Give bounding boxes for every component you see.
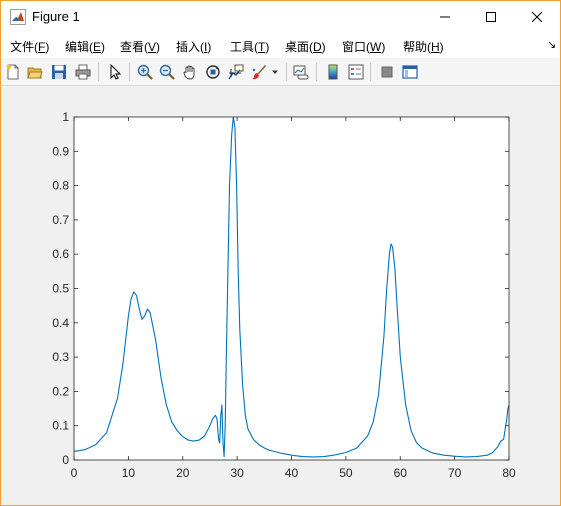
y-tick-label: 0.4	[52, 316, 69, 330]
x-tick-label: 50	[339, 466, 353, 480]
y-tick-label: 0.1	[52, 419, 69, 433]
menu-help[interactable]: 帮助(H)	[403, 38, 444, 55]
figure-canvas[interactable]: 0 10 20 30 40 50 60 70 80 0 0.1 0.2 0.3 0.4 0.5 0.6 0.7 0…	[1, 87, 560, 505]
open-file-button[interactable]	[25, 62, 45, 82]
brush-dropdown-icon	[272, 70, 278, 74]
menu-desktop[interactable]: 桌面(D)	[285, 38, 326, 55]
y-tick-label: 0.5	[52, 282, 69, 296]
new-figure-button[interactable]	[3, 62, 23, 82]
menu-tools[interactable]: 工具(T)	[230, 38, 269, 55]
maximize-button[interactable]	[468, 1, 514, 32]
maximize-icon	[486, 11, 496, 22]
menu-bar: 文件(F) 编辑(E) 查看(V) 插入(I) 工具(T) 桌面(D) 窗口(W…	[1, 32, 560, 58]
x-tick-label: 10	[122, 466, 136, 480]
x-tick-label: 70	[448, 466, 462, 480]
menu-view[interactable]: 查看(V)	[120, 38, 160, 55]
x-tick-label: 40	[285, 466, 299, 480]
rotate-3d-button[interactable]	[203, 62, 223, 82]
x-tick-label: 20	[176, 466, 190, 480]
y-tick-label: 0.3	[52, 350, 69, 364]
close-button[interactable]	[514, 1, 560, 32]
zoom-out-icon	[159, 64, 175, 80]
figure-toolbar	[1, 58, 560, 86]
y-tick-label: 0.6	[52, 247, 69, 261]
figure-window: Figure 1 文件(F) 编辑(E) 查看(V) 插入(I) 工具(T) 桌…	[0, 0, 561, 506]
zoom-out-button[interactable]	[157, 62, 177, 82]
y-tick-label: 0.7	[52, 213, 69, 227]
x-tick-label: 30	[230, 466, 244, 480]
line-plot[interactable]: 0 10 20 30 40 50 60 70 80 0 0.1 0.2 0.3 0.4 0.5 0.6 0.7 0…	[1, 87, 560, 505]
pan-hand-icon	[183, 65, 195, 80]
pan-button[interactable]	[180, 62, 200, 82]
zoom-in-button[interactable]	[135, 62, 155, 82]
save-button[interactable]	[49, 62, 69, 82]
link-plot-icon	[293, 65, 309, 80]
y-tick-label: 0.8	[52, 179, 69, 193]
pointer-button[interactable]	[105, 62, 125, 82]
print-button[interactable]	[73, 62, 93, 82]
hide-plot-tools-icon	[381, 66, 393, 78]
zoom-in-icon	[137, 64, 153, 80]
window-title: Figure 1	[32, 9, 80, 24]
show-plot-tools-button[interactable]	[400, 62, 420, 82]
colorbar-icon	[328, 64, 338, 80]
colorbar-button[interactable]	[323, 62, 343, 82]
close-icon	[532, 11, 542, 22]
save-icon	[52, 65, 66, 79]
menu-insert[interactable]: 插入(I)	[176, 38, 211, 55]
toolbar-separator	[316, 63, 317, 81]
open-file-icon	[27, 67, 43, 79]
print-icon	[75, 64, 91, 80]
rotate-3d-icon	[206, 65, 220, 79]
hide-plot-tools-button[interactable]	[377, 62, 397, 82]
show-plot-tools-icon	[402, 65, 418, 79]
axes-background[interactable]	[74, 117, 509, 460]
data-cursor-icon	[228, 64, 244, 80]
legend-button[interactable]	[346, 62, 366, 82]
x-tick-label: 80	[502, 466, 516, 480]
new-figure-icon	[6, 64, 19, 80]
x-tick-label: 0	[71, 466, 78, 480]
toolbar-separator	[370, 63, 371, 81]
menu-overflow-icon[interactable]: ↘	[547, 38, 556, 51]
matlab-logo-icon	[10, 9, 26, 25]
pointer-icon	[110, 64, 122, 80]
y-tick-label: 1	[62, 110, 69, 124]
data-cursor-button[interactable]	[226, 62, 246, 82]
link-plot-button[interactable]	[291, 62, 311, 82]
y-tick-label: 0.2	[52, 384, 69, 398]
minimize-button[interactable]	[422, 1, 468, 32]
y-tick-label: 0.9	[52, 144, 69, 158]
toolbar-separator	[129, 63, 130, 81]
brush-dropdown-button[interactable]	[269, 62, 281, 82]
title-bar[interactable]: Figure 1	[1, 1, 560, 32]
menu-window[interactable]: 窗口(W)	[342, 38, 385, 55]
brush-button[interactable]	[249, 62, 269, 82]
legend-icon	[348, 64, 364, 80]
menu-file[interactable]: 文件(F)	[10, 38, 49, 55]
y-tick-label: 0	[62, 453, 69, 467]
toolbar-separator	[286, 63, 287, 81]
minimize-icon	[440, 16, 450, 17]
toolbar-separator	[98, 63, 99, 81]
menu-edit[interactable]: 编辑(E)	[65, 38, 105, 55]
brush-icon	[252, 65, 266, 80]
x-tick-label: 60	[394, 466, 408, 480]
